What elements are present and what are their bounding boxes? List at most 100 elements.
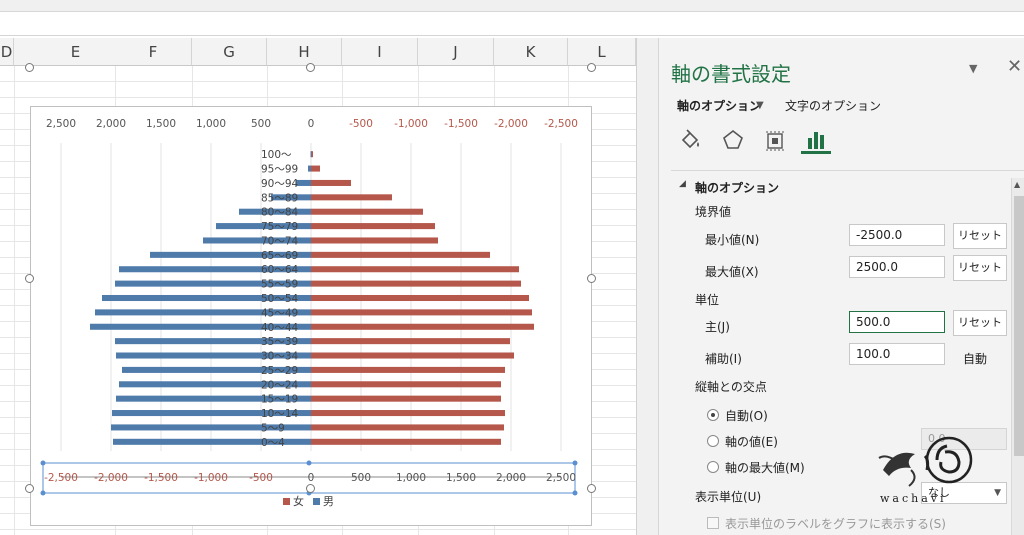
column-header-l[interactable]: L <box>568 38 636 66</box>
bar-female <box>311 323 534 330</box>
column-header-i[interactable]: I <box>342 38 418 66</box>
min-reset-button[interactable]: リセット <box>953 223 1007 249</box>
pane-scrollbar[interactable]: ▲ <box>1011 178 1024 535</box>
radio-axis-value-label[interactable]: 軸の値(E) <box>725 433 778 450</box>
resize-handle-bc[interactable] <box>306 484 315 493</box>
minor-label: 補助(I) <box>705 352 742 366</box>
axis-options-tab[interactable] <box>801 126 831 154</box>
resize-handle-br[interactable] <box>587 484 596 493</box>
show-units-label: 表示単位のラベルをグラフに表示する(S) <box>725 517 946 531</box>
legend-female-swatch <box>283 498 290 505</box>
major-label: 主(J) <box>705 320 730 334</box>
resize-handle-tr[interactable] <box>587 63 596 72</box>
collapse-icon[interactable]: ◢ <box>679 179 686 189</box>
bar-female <box>311 280 521 287</box>
min-bound-input[interactable]: -2500.0 <box>849 224 945 246</box>
effects-tab[interactable] <box>717 126 747 154</box>
formula-bar[interactable] <box>0 12 1024 36</box>
worksheet[interactable]: D E F G H I J K L 2,500 2,000 1,500 1,000 50… <box>0 38 636 535</box>
top-axis-tick-label: 1,000 <box>196 118 226 130</box>
pentagon-icon <box>723 129 743 149</box>
major-unit-input[interactable]: 500.0 <box>849 311 945 333</box>
resize-handle-mr[interactable] <box>587 274 596 283</box>
radio-axis-value[interactable] <box>707 435 719 447</box>
tab-dropdown-icon[interactable]: ▼ <box>756 100 764 111</box>
tab-text-options[interactable]: 文字のオプション <box>785 97 881 114</box>
bar-female <box>311 194 392 201</box>
column-header-d[interactable]: D <box>0 38 14 66</box>
radio-axis-max-label[interactable]: 軸の最大値(M) <box>725 459 805 476</box>
bar-female <box>311 251 490 258</box>
category-label: 20～24 <box>261 379 299 391</box>
section-divider <box>671 170 1024 171</box>
column-header-g[interactable]: G <box>192 38 267 66</box>
scroll-thumb[interactable] <box>1014 196 1024 456</box>
radio-axis-max[interactable] <box>707 461 719 473</box>
category-label: 15～19 <box>261 394 298 406</box>
bar-female <box>311 179 351 186</box>
column-header-h[interactable]: H <box>267 38 342 66</box>
section-axis-options[interactable]: 軸のオプション <box>695 179 779 196</box>
bar-female <box>311 266 519 273</box>
bar-female <box>311 410 505 417</box>
bar-male <box>308 165 311 172</box>
bottom-axis-tick-label: 1,500 <box>446 472 476 484</box>
axis-selection-handle <box>572 460 578 466</box>
axis-selection-handle <box>572 490 578 496</box>
display-units-label: 表示単位(U) <box>695 490 762 504</box>
column-header-j[interactable]: J <box>418 38 494 66</box>
top-axis-tick-label: 2,500 <box>46 118 76 130</box>
watermark-text: wachavi <box>880 492 947 505</box>
bottom-axis-tick-label: -2,000 <box>94 472 128 484</box>
close-icon[interactable]: ✕ <box>1007 56 1022 77</box>
legend-male-swatch <box>313 498 320 505</box>
bar-female <box>311 223 435 230</box>
column-header-k[interactable]: K <box>494 38 568 66</box>
bottom-axis-tick-label: -1,000 <box>194 472 228 484</box>
category-label: 65～69 <box>261 250 298 262</box>
radio-auto-label[interactable]: 自動(O) <box>725 407 768 424</box>
ribbon-edge <box>0 0 1024 12</box>
fill-line-tab[interactable] <box>675 126 705 154</box>
top-axis-tick-label: 1,500 <box>146 118 176 130</box>
bar-male <box>296 179 311 186</box>
size-properties-tab[interactable] <box>759 126 789 154</box>
radio-auto[interactable] <box>707 409 719 421</box>
tab-axis-options[interactable]: 軸のオプション <box>677 97 761 114</box>
sheet-gridline <box>0 81 636 82</box>
scroll-up-icon[interactable]: ▲ <box>1014 180 1020 189</box>
resize-handle-ml[interactable] <box>25 274 34 283</box>
category-label: 45～49 <box>261 307 298 319</box>
max-bound-input[interactable]: 2500.0 <box>849 256 945 278</box>
bottom-axis-tick-label: 2,500 <box>546 472 576 484</box>
top-axis-tick-label: 0 <box>308 118 315 130</box>
max-label: 最大値(X) <box>705 265 759 279</box>
category-label: 25～29 <box>261 365 298 377</box>
chevron-down-icon: ▼ <box>994 488 1001 498</box>
legend-male-label: 男 <box>323 495 334 508</box>
top-axis-tick-label: 500 <box>251 118 271 130</box>
resize-handle-tl[interactable] <box>25 63 34 72</box>
bounds-label: 境界値 <box>695 205 732 219</box>
pane-splitter[interactable] <box>636 38 658 535</box>
column-header-f[interactable]: F <box>115 38 192 66</box>
bar-chart-icon <box>808 132 824 149</box>
max-reset-button[interactable]: リセット <box>953 255 1007 281</box>
bar-male <box>310 151 312 158</box>
minor-unit-input[interactable]: 100.0 <box>849 343 945 365</box>
resize-handle-bl[interactable] <box>25 484 34 493</box>
bar-female <box>311 294 529 302</box>
bar-female <box>311 366 505 373</box>
category-label: 10～14 <box>261 408 299 420</box>
chevron-down-icon[interactable]: ▼ <box>969 62 977 75</box>
legend-female-label: 女 <box>293 494 304 508</box>
bar-female <box>311 424 504 431</box>
category-label: 75～79 <box>261 221 298 233</box>
population-pyramid-chart[interactable]: 2,500 2,000 1,500 1,000 500 0 -500 -1,000 -1,500… <box>30 106 592 526</box>
minor-auto-status: 自動 <box>963 352 988 366</box>
top-axis-tick-label: -1,500 <box>444 118 478 130</box>
category-label: 85～89 <box>261 192 298 204</box>
major-reset-button[interactable]: リセット <box>953 310 1007 336</box>
bar-female <box>311 352 514 359</box>
resize-handle-tc[interactable] <box>306 63 315 72</box>
